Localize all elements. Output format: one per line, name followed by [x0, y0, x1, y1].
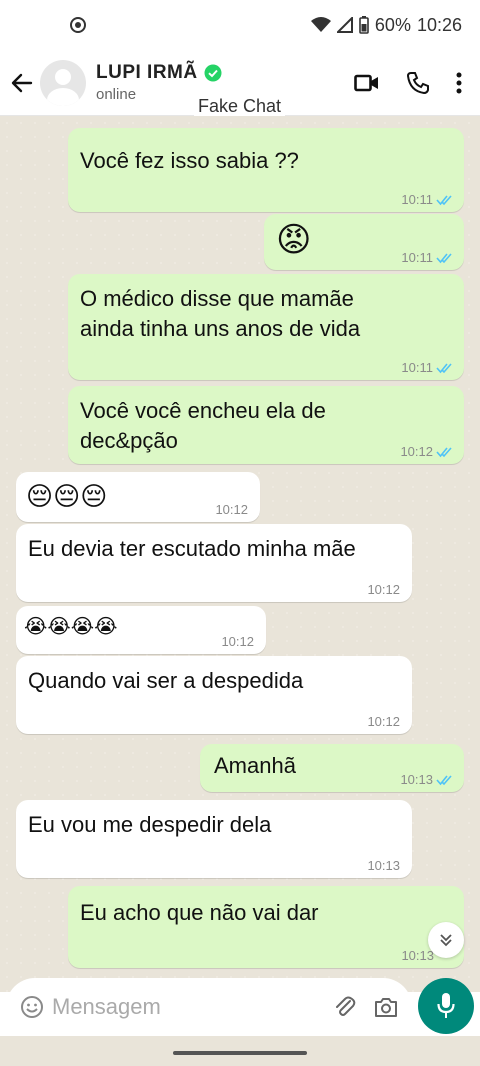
- message-meta: 10:12: [215, 503, 248, 516]
- message-incoming[interactable]: Eu vou me despedir dela 10:13: [16, 800, 412, 878]
- back-arrow-icon[interactable]: [4, 72, 40, 94]
- message-text-line: O médico disse que mamãe: [80, 286, 354, 311]
- message-outgoing[interactable]: Você fez isso sabia ?? 10:11: [68, 128, 464, 212]
- message-meta: 10:12: [400, 445, 454, 458]
- message-meta: 10:12: [367, 715, 400, 728]
- wifi-icon: [310, 17, 331, 32]
- message-time: 10:12: [221, 634, 254, 649]
- mic-icon[interactable]: [418, 978, 474, 1034]
- message-text-line: dec&pção: [80, 428, 178, 453]
- message-input[interactable]: [52, 994, 312, 1020]
- message-time: 10:11: [401, 192, 433, 207]
- message-meta: 10:12: [367, 583, 400, 596]
- message-incoming[interactable]: Quando vai ser a despedida 10:12: [16, 656, 412, 734]
- message-meta: 10:12: [221, 635, 254, 648]
- message-meta: 10:11: [401, 251, 454, 264]
- status-indicators: 60% 10:26: [310, 14, 462, 36]
- message-text-line: ainda tinha uns anos de vida: [80, 316, 361, 341]
- message-outgoing[interactable]: 😡 10:11: [264, 214, 464, 270]
- battery-icon: [359, 16, 369, 34]
- message-text: Você fez isso sabia ??: [80, 148, 299, 173]
- message-incoming[interactable]: 😭😭😭😭 10:12: [16, 606, 266, 654]
- camera-icon[interactable]: [374, 996, 398, 1018]
- battery-level: 60%: [374, 14, 411, 35]
- message-text: Eu vou me despedir dela: [28, 812, 272, 837]
- more-icon[interactable]: [456, 72, 462, 94]
- message-text: Quando vai ser a despedida: [28, 668, 304, 693]
- message-outgoing[interactable]: Amanhã 10:13: [200, 744, 464, 792]
- chat-area[interactable]: Você fez isso sabia ?? 10:11 😡 10:11 O m…: [0, 116, 480, 992]
- read-ticks-icon: [436, 446, 452, 457]
- message-outgoing[interactable]: O médico disse que mamãe ainda tinha uns…: [68, 274, 464, 380]
- contact-name: LUPI IRMÃ: [96, 62, 198, 83]
- read-ticks-icon: [436, 194, 452, 205]
- fake-chat-label: Fake Chat: [194, 96, 286, 117]
- home-indicator[interactable]: [173, 1051, 307, 1055]
- message-meta: 10:11: [401, 193, 454, 206]
- message-text: Eu devia ter escutado minha mãe: [28, 536, 356, 561]
- message-time: 10:13: [400, 772, 433, 787]
- message-incoming[interactable]: 😔😔😔 10:12: [16, 472, 260, 522]
- message-text: Eu acho que não vai dar: [80, 900, 319, 925]
- record-icon: [70, 17, 86, 33]
- emoji-icon[interactable]: [20, 995, 44, 1019]
- message-outgoing[interactable]: Você você encheu ela de dec&pção 10:12: [68, 386, 464, 464]
- message-time: 10:13: [401, 948, 434, 963]
- phone-icon[interactable]: [406, 71, 430, 95]
- scroll-down-icon[interactable]: [428, 922, 464, 958]
- message-time: 10:12: [400, 444, 433, 459]
- message-text-line: Você você encheu ela de: [80, 398, 326, 423]
- read-ticks-icon: [436, 252, 452, 263]
- attach-icon[interactable]: [334, 995, 356, 1019]
- status-bar: 60% 10:26: [0, 0, 480, 50]
- message-outgoing[interactable]: Eu acho que não vai dar 10:13: [68, 886, 464, 968]
- read-ticks-icon: [436, 774, 452, 785]
- video-call-icon[interactable]: [354, 73, 380, 93]
- clock: 10:26: [416, 14, 462, 35]
- verified-icon: [204, 64, 222, 82]
- message-composer: [6, 978, 412, 1036]
- message-meta: 10:13: [401, 949, 434, 962]
- signal-icon: [336, 17, 353, 33]
- avatar[interactable]: [40, 59, 86, 106]
- message-time: 10:12: [215, 502, 248, 517]
- message-time: 10:11: [401, 250, 433, 265]
- read-ticks-icon: [436, 362, 452, 373]
- message-time: 10:13: [367, 858, 400, 873]
- message-time: 10:12: [367, 582, 400, 597]
- message-incoming[interactable]: Eu devia ter escutado minha mãe 10:12: [16, 524, 412, 602]
- message-meta: 10:11: [401, 361, 454, 374]
- message-meta: 10:13: [367, 859, 400, 872]
- message-time: 10:11: [401, 360, 433, 375]
- message-time: 10:12: [367, 714, 400, 729]
- message-meta: 10:13: [400, 773, 454, 786]
